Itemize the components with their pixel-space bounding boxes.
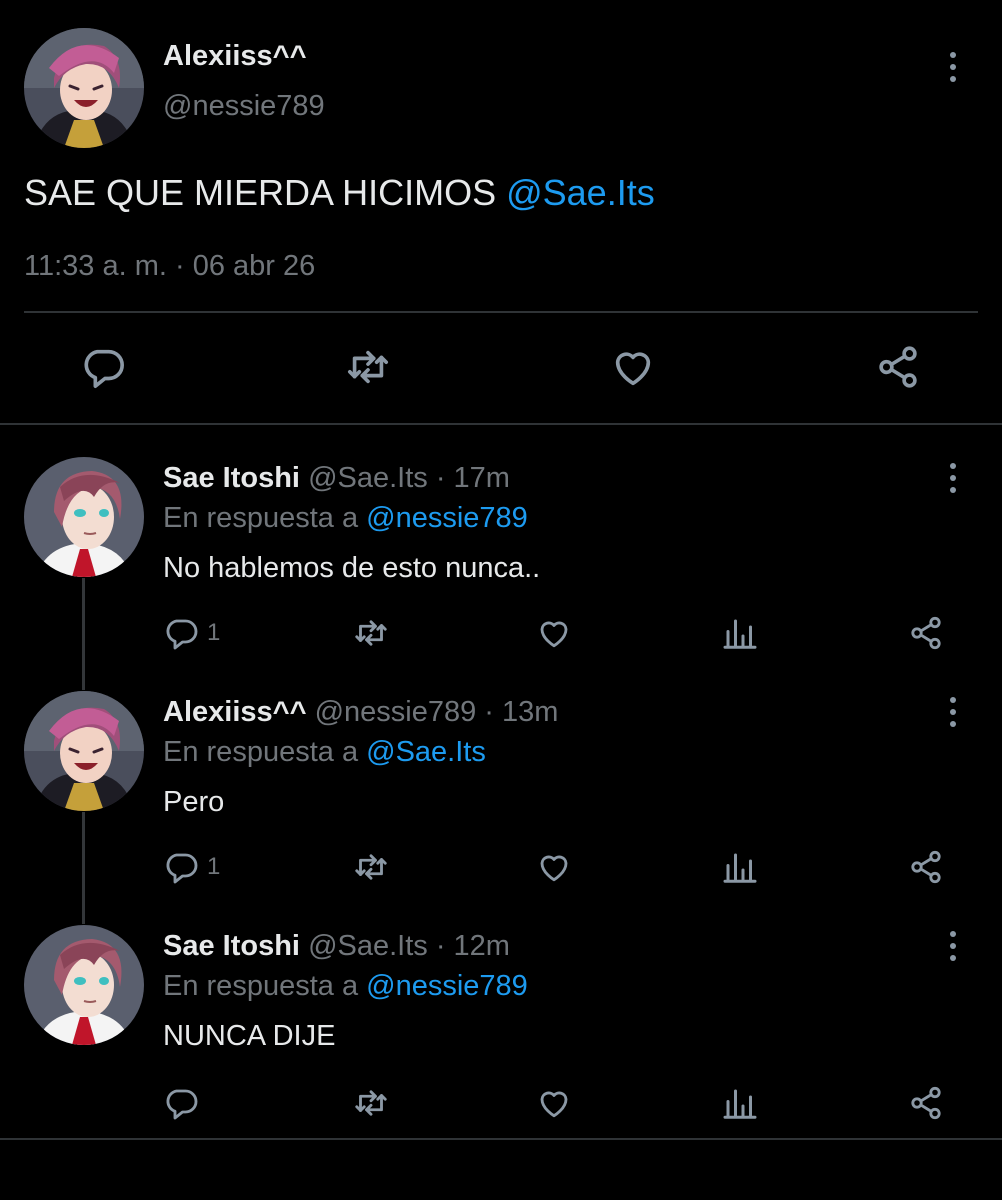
reply-icon <box>163 849 199 885</box>
avatar[interactable] <box>24 925 144 1045</box>
like-icon <box>536 615 572 651</box>
retweet-icon <box>353 849 389 885</box>
share-icon <box>908 849 944 885</box>
reply-icon <box>163 1085 199 1121</box>
mention-link[interactable]: @Sae.Its <box>506 172 655 213</box>
reply-count: 1 <box>207 619 221 646</box>
in-reply-to: En respuesta a @nessie789 <box>163 502 528 535</box>
divider <box>24 311 978 313</box>
retweet-button[interactable] <box>353 615 389 651</box>
share-icon <box>908 615 944 651</box>
avatar[interactable] <box>24 28 144 148</box>
in-reply-to: En respuesta a @nessie789 <box>163 970 528 1003</box>
reply-icon <box>163 615 199 651</box>
share-button[interactable] <box>908 615 944 651</box>
retweet-icon <box>345 344 391 390</box>
in-reply-to: En respuesta a @Sae.Its <box>163 736 486 769</box>
handle[interactable]: @nessie789 <box>163 90 325 123</box>
retweet-button[interactable] <box>345 344 391 390</box>
more-icon[interactable] <box>943 926 963 966</box>
views-button[interactable] <box>722 849 758 885</box>
share-button[interactable] <box>875 344 921 390</box>
retweet-button[interactable] <box>353 849 389 885</box>
display-name[interactable]: Alexiiss^^ <box>163 696 307 728</box>
views-icon <box>722 849 758 885</box>
in-reply-mention[interactable]: @Sae.Its <box>366 736 486 768</box>
more-icon[interactable] <box>943 692 963 732</box>
like-icon <box>536 1085 572 1121</box>
more-icon[interactable] <box>943 458 963 498</box>
reply-button[interactable]: 1 <box>163 849 220 885</box>
views-icon <box>722 1085 758 1121</box>
reply-header: Sae Itoshi @Sae.Its · 17m <box>163 462 510 495</box>
share-icon <box>908 1085 944 1121</box>
thread-line <box>82 812 85 924</box>
handle-time[interactable]: @Sae.Its · 12m <box>308 930 510 962</box>
handle-time[interactable]: @Sae.Its · 17m <box>308 462 510 494</box>
views-button[interactable] <box>722 1085 758 1121</box>
reply-button[interactable] <box>163 1085 207 1121</box>
timestamp[interactable]: 11:33 a. m. · 06 abr 26 <box>24 250 315 283</box>
reply-button[interactable] <box>80 344 126 390</box>
tweet-text: SAE QUE MIERDA HICIMOS @Sae.Its <box>24 172 655 214</box>
reply-icon <box>80 344 126 390</box>
display-name[interactable]: Sae Itoshi <box>163 462 300 494</box>
thread-line <box>82 578 85 690</box>
avatar[interactable] <box>24 691 144 811</box>
tweet-text-body: SAE QUE MIERDA HICIMOS <box>24 172 507 213</box>
like-button[interactable] <box>610 344 656 390</box>
views-icon <box>722 615 758 651</box>
in-reply-label: En respuesta a <box>163 970 367 1002</box>
retweet-icon <box>353 615 389 651</box>
display-name[interactable]: Alexiiss^^ <box>163 40 307 73</box>
like-button[interactable] <box>536 615 572 651</box>
like-button[interactable] <box>536 1085 572 1121</box>
reply-count: 1 <box>207 853 221 880</box>
reply-header: Sae Itoshi @Sae.Its · 12m <box>163 930 510 963</box>
retweet-icon <box>353 1085 389 1121</box>
in-reply-mention[interactable]: @nessie789 <box>366 502 528 534</box>
reply-button[interactable]: 1 <box>163 615 220 651</box>
like-button[interactable] <box>536 849 572 885</box>
like-icon <box>536 849 572 885</box>
display-name[interactable]: Sae Itoshi <box>163 930 300 962</box>
handle-time[interactable]: @nessie789 · 13m <box>315 696 559 728</box>
in-reply-mention[interactable]: @nessie789 <box>366 970 528 1002</box>
in-reply-label: En respuesta a <box>163 736 367 768</box>
section-divider <box>0 423 1002 425</box>
bottom-divider <box>0 1138 1002 1140</box>
more-icon[interactable] <box>943 47 963 87</box>
reply-text: No hablemos de esto nunca.. <box>163 552 541 584</box>
in-reply-label: En respuesta a <box>163 502 367 534</box>
retweet-button[interactable] <box>353 1085 389 1121</box>
share-button[interactable] <box>908 849 944 885</box>
like-icon <box>610 344 656 390</box>
reply-header: Alexiiss^^ @nessie789 · 13m <box>163 696 558 729</box>
share-icon <box>875 344 921 390</box>
reply-text: Pero <box>163 786 225 818</box>
reply-text: NUNCA DIJE <box>163 1020 336 1052</box>
share-button[interactable] <box>908 1085 944 1121</box>
views-button[interactable] <box>722 615 758 651</box>
avatar[interactable] <box>24 457 144 577</box>
